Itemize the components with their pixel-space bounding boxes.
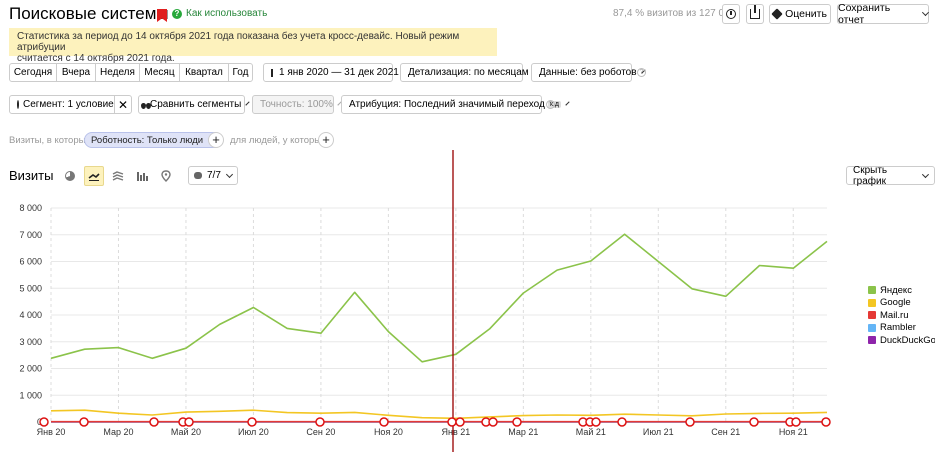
info-icon: ?	[172, 8, 182, 19]
period-yesterday[interactable]: Вчера	[56, 63, 96, 82]
y-tick-label: 4 000	[19, 310, 42, 320]
legend-checkbox[interactable]	[868, 336, 876, 345]
legend-label: Mail.ru	[880, 309, 909, 321]
legend-item[interactable]: Mail.ru	[868, 309, 935, 322]
annotation-marker	[379, 417, 389, 427]
annotation-marker	[315, 417, 325, 427]
annotation-marker	[791, 417, 801, 427]
period-week[interactable]: Неделя	[95, 63, 140, 82]
x-tick-label: Май 21	[576, 427, 606, 437]
y-tick-label: 5 000	[19, 283, 42, 293]
annotation-marker	[447, 417, 457, 427]
x-tick-label: Май 20	[171, 427, 201, 437]
y-tick-label: 3 000	[19, 337, 42, 347]
help-icon[interactable]: ?	[637, 68, 646, 77]
legend-label: Google	[880, 297, 911, 309]
chevron-down-icon	[922, 9, 930, 16]
legend-item[interactable]: DuckDuckGo	[868, 334, 935, 347]
visits-share: 87,4 % визитов из 127 063	[613, 8, 736, 19]
annotation-marker	[79, 417, 89, 427]
filter-prefix: Визиты, в которых	[9, 135, 91, 146]
howto-label: Как использовать	[186, 8, 268, 19]
series-line	[50, 409, 828, 420]
y-tick-label: 2 000	[19, 364, 42, 374]
annotation-marker	[455, 417, 465, 427]
y-tick-label: 1 000	[19, 390, 42, 400]
x-tick-label: Янв 21	[441, 427, 470, 437]
accuracy-dropdown: Точность: 100%	[252, 95, 342, 114]
period-quarter[interactable]: Квартал	[179, 63, 229, 82]
x-tick-label: Мар 20	[103, 427, 133, 437]
y-tick-label: 6 000	[19, 257, 42, 267]
segment-icon	[17, 100, 19, 109]
compare-segments-dropdown[interactable]: Сравнить сегменты	[138, 95, 250, 114]
attribution-dropdown[interactable]: Атрибуция: Последний значимый переход к.…	[341, 95, 570, 114]
howto-link[interactable]: ? Как использовать	[172, 8, 267, 19]
legend-label: Rambler	[880, 322, 916, 334]
legend-checkbox[interactable]	[868, 311, 876, 320]
data-dropdown[interactable]: Данные: без роботов	[531, 63, 646, 82]
chevron-down-icon	[565, 100, 570, 106]
series-line	[50, 233, 828, 363]
annotation-marker	[149, 417, 159, 427]
annotation-marker	[749, 417, 759, 427]
clear-segment-button[interactable]: ✕	[114, 95, 132, 114]
x-tick-label: Сен 21	[711, 427, 740, 437]
rate-button[interactable]: Оценить	[769, 4, 831, 24]
x-tick-label: Июл 20	[238, 427, 269, 437]
legend-label: DuckDuckGo	[880, 334, 935, 346]
x-tick-label: Сен 20	[306, 427, 335, 437]
annotation-marker	[184, 417, 194, 427]
close-icon: ✕	[117, 97, 129, 112]
report-header: Поисковые системы ? Как использовать 87,…	[9, 2, 930, 26]
legend-checkbox[interactable]	[868, 298, 876, 307]
filter-suffix: для людей, у которых	[230, 135, 326, 146]
x-tick-label: Ноя 20	[374, 427, 403, 437]
annotation-marker	[685, 417, 695, 427]
attribution-notice: Статистика за период до 14 октября 2021 …	[9, 28, 497, 64]
legend-item[interactable]: Google	[868, 297, 935, 310]
annotation-marker	[617, 417, 627, 427]
period-month[interactable]: Месяц	[139, 63, 180, 82]
add-user-filter-button[interactable]: +	[318, 132, 334, 148]
legend-label: Яндекс	[880, 284, 912, 296]
chevron-down-icon	[922, 170, 930, 178]
y-tick-label: 8 000	[19, 203, 42, 213]
period-today[interactable]: Сегодня	[9, 63, 57, 82]
legend-checkbox[interactable]	[868, 323, 876, 332]
add-visit-filter-button[interactable]: +	[208, 132, 224, 148]
y-tick-label: 7 000	[19, 230, 42, 240]
history-button[interactable]	[722, 4, 740, 24]
x-tick-label: Июл 21	[643, 427, 674, 437]
legend-item[interactable]: Rambler	[868, 322, 935, 335]
annotation-marker	[488, 417, 498, 427]
period-year[interactable]: Год	[228, 63, 253, 82]
date-range-button[interactable]: 1 янв 2020 — 31 дек 2021	[263, 63, 399, 82]
chevron-down-icon	[245, 100, 250, 106]
annotation-marker	[591, 417, 601, 427]
legend-item[interactable]: Яндекс	[868, 284, 935, 297]
page-title: Поисковые системы	[9, 4, 169, 23]
share-button[interactable]	[746, 4, 764, 24]
save-report-button[interactable]: Сохранить отчет	[837, 2, 930, 26]
detail-dropdown[interactable]: Детализация: по месяцам	[400, 63, 538, 82]
visits-line-chart: 01 0002 0003 0004 0005 0006 0007 0008 00…	[19, 150, 831, 452]
x-tick-label: Янв 20	[37, 427, 66, 437]
rate-icon	[771, 8, 783, 20]
annotation-marker	[512, 417, 522, 427]
annotation-marker	[247, 417, 257, 427]
help-icon[interactable]: ?	[546, 100, 555, 109]
segment-dropdown[interactable]: Сегмент: 1 условие	[9, 95, 123, 114]
clock-icon	[726, 9, 736, 19]
x-tick-label: Мар 21	[508, 427, 538, 437]
chart-legend: Яндекс Google Mail.ru Rambler DuckDuckGo	[868, 284, 935, 347]
calendar-icon	[271, 68, 273, 77]
legend-checkbox[interactable]	[868, 286, 876, 295]
x-tick-label: Ноя 21	[779, 427, 808, 437]
share-icon	[750, 5, 760, 19]
robot-filter-chip[interactable]: Робот­ность: Только люди×	[84, 132, 221, 148]
annotation-marker	[821, 417, 831, 427]
annotation-marker	[39, 417, 49, 427]
